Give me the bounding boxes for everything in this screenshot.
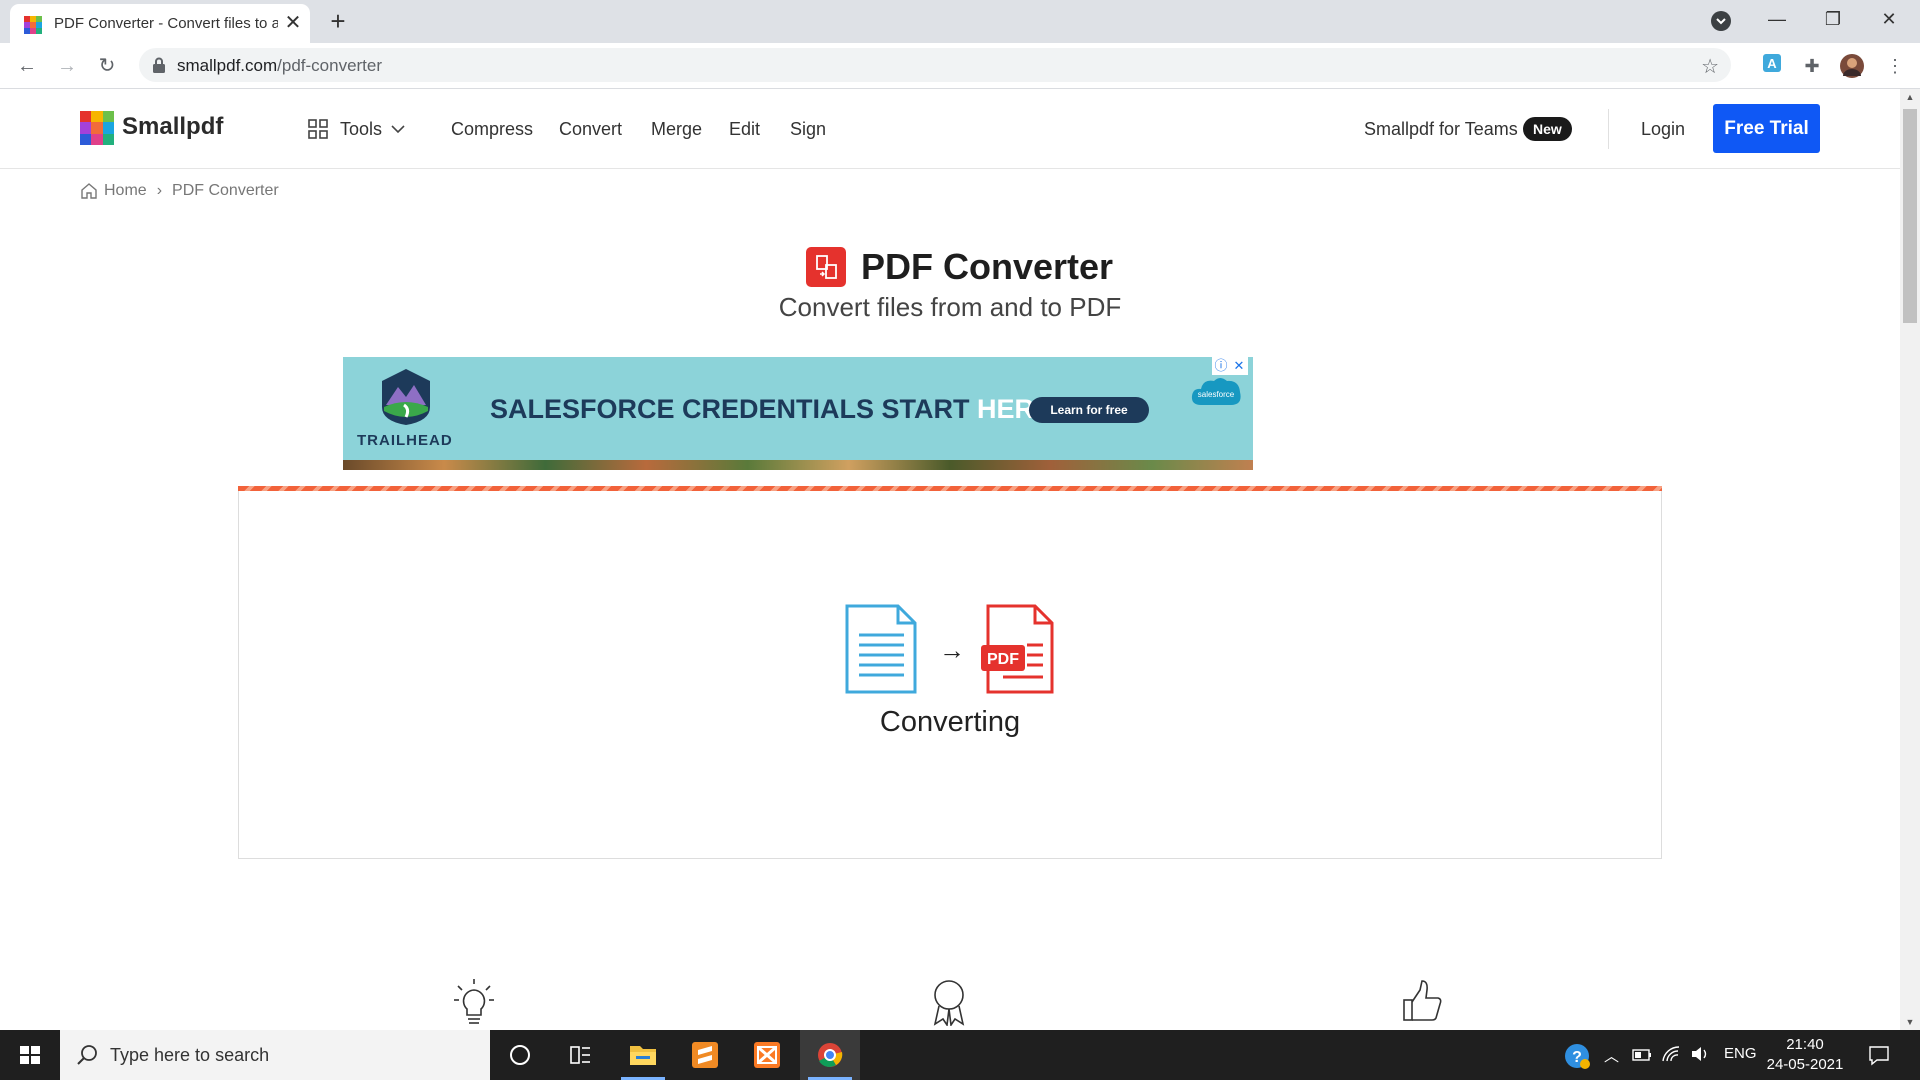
language-indicator[interactable]: ENG	[1724, 1045, 1757, 1062]
chevron-down-icon	[391, 125, 405, 134]
browser-tab-strip: PDF Converter - Convert files to a ✕ + —…	[0, 0, 1920, 43]
breadcrumb: Home › PDF Converter	[80, 182, 279, 200]
clock-time: 21:40	[1786, 1036, 1824, 1053]
free-trial-button[interactable]: Free Trial	[1713, 104, 1820, 153]
salesforce-cloud-icon: salesforce	[1191, 378, 1241, 405]
scroll-up-arrow-icon[interactable]: ▲	[1900, 89, 1920, 105]
wifi-icon[interactable]	[1661, 1045, 1681, 1063]
ad-info-icon[interactable]: ⓘ	[1212, 357, 1230, 375]
task-view-icon[interactable]	[550, 1030, 610, 1080]
nav-edit[interactable]: Edit	[729, 119, 760, 140]
thumbs-up-icon	[1403, 980, 1442, 1021]
nav-compress[interactable]: Compress	[451, 119, 533, 140]
breadcrumb-separator: ›	[156, 182, 163, 199]
close-window-button[interactable]: ✕	[1861, 0, 1917, 40]
arrow-right-icon: →	[939, 635, 965, 665]
extensions-puzzle-icon[interactable]: ✚	[1799, 53, 1825, 79]
home-icon	[81, 183, 97, 199]
file-explorer-icon[interactable]	[613, 1030, 673, 1080]
login-link[interactable]: Login	[1641, 119, 1685, 140]
site-header: Smallpdf Tools Compress Convert Merge Ed…	[0, 89, 1900, 169]
minimize-button[interactable]: —	[1749, 0, 1805, 40]
extension-translate-icon[interactable]: A	[1759, 53, 1785, 79]
smallpdf-favicon-icon	[24, 16, 42, 34]
page-title: PDF Converter	[861, 246, 1114, 287]
sublime-text-icon[interactable]	[675, 1030, 735, 1080]
clock-date: 24-05-2021	[1766, 1056, 1844, 1073]
taskbar-search-box[interactable]: Type here to search	[60, 1030, 490, 1080]
tab-search-icon[interactable]	[1711, 11, 1731, 31]
breadcrumb-home[interactable]: Home	[104, 182, 147, 200]
help-icon[interactable]: ?	[1563, 1042, 1591, 1070]
nav-convert[interactable]: Convert	[559, 119, 622, 140]
url-text: smallpdf.com/pdf-converter	[177, 56, 383, 75]
xampp-icon[interactable]	[737, 1030, 797, 1080]
address-bar[interactable]: smallpdf.com/pdf-converter ☆	[139, 48, 1731, 82]
pdf-converter-tool-icon	[806, 247, 846, 287]
lightbulb-icon	[454, 979, 494, 1024]
ad-brand: TRAILHEAD	[357, 432, 453, 449]
grid-icon	[308, 119, 328, 139]
ad-banner[interactable]: TRAILHEAD SALESFORCE CREDENTIALS START H…	[343, 357, 1253, 470]
system-clock[interactable]: 21:40 24-05-2021	[1765, 1035, 1845, 1075]
pdf-file-icon: PDF	[981, 604, 1054, 694]
page-subtitle: Convert files from and to PDF	[778, 292, 1122, 322]
nav-merge[interactable]: Merge	[651, 119, 702, 140]
new-tab-button[interactable]: +	[323, 6, 353, 36]
scroll-thumb[interactable]	[1903, 109, 1917, 323]
smallpdf-logo-icon[interactable]	[80, 111, 114, 145]
tab-title: PDF Converter - Convert files to a	[54, 15, 278, 32]
browser-toolbar: ← → ↻ smallpdf.com/pdf-converter ☆ A ✚ ⋮	[0, 43, 1920, 89]
back-arrow-icon[interactable]: ←	[12, 51, 42, 81]
page-scrollbar[interactable]: ▲ ▼	[1900, 89, 1920, 1030]
tab-close-icon[interactable]: ✕	[282, 12, 304, 34]
chrome-taskbar-icon[interactable]	[800, 1030, 860, 1080]
document-icon	[845, 604, 917, 694]
notifications-icon[interactable]	[1868, 1044, 1890, 1066]
bookmark-star-icon[interactable]: ☆	[1701, 54, 1719, 79]
brand-name[interactable]: Smallpdf	[122, 113, 223, 141]
new-badge: New	[1523, 117, 1572, 141]
trailhead-logo-icon	[382, 369, 430, 425]
reload-icon[interactable]: ↻	[92, 51, 122, 81]
volume-icon[interactable]	[1690, 1045, 1710, 1063]
search-icon	[77, 1045, 97, 1065]
profile-avatar[interactable]	[1839, 53, 1865, 79]
browser-tab-active[interactable]: PDF Converter - Convert files to a ✕	[10, 4, 310, 43]
ad-learn-button[interactable]: Learn for free	[1029, 397, 1149, 423]
tray-chevron-up-icon[interactable]: ︿	[1604, 1045, 1619, 1066]
restore-button[interactable]: ❐	[1805, 0, 1861, 40]
breadcrumb-current: PDF Converter	[172, 182, 279, 199]
ad-image-strip	[343, 460, 1253, 470]
windows-start-icon[interactable]	[0, 1030, 60, 1080]
scroll-down-arrow-icon[interactable]: ▼	[1900, 1014, 1920, 1030]
ad-close-icon[interactable]: ✕	[1230, 357, 1248, 375]
svg-text:PDF: PDF	[987, 651, 1019, 668]
progress-stripe	[238, 486, 1662, 491]
taskbar-search-placeholder: Type here to search	[110, 1045, 270, 1065]
award-ribbon-icon	[933, 980, 965, 1026]
tools-menu[interactable]: Tools	[308, 117, 406, 141]
teams-link[interactable]: Smallpdf for Teams	[1364, 119, 1518, 140]
ad-choices: ⓘ ✕	[1212, 357, 1248, 375]
windows-taskbar: Type here to search ? ︿ ENG 21:40 24-05-…	[0, 1030, 1920, 1080]
header-divider	[1608, 109, 1609, 149]
lock-icon	[153, 57, 165, 73]
svg-text:A: A	[1767, 56, 1777, 71]
ad-headline: SALESFORCE CREDENTIALS START HERE.	[490, 394, 1060, 424]
cortana-icon[interactable]	[490, 1030, 550, 1080]
nav-sign[interactable]: Sign	[790, 119, 826, 140]
battery-icon[interactable]	[1632, 1048, 1652, 1062]
tools-label: Tools	[340, 118, 383, 139]
browser-menu-icon[interactable]: ⋮	[1882, 53, 1908, 79]
conversion-panel: → PDF Converting	[238, 486, 1662, 859]
conversion-status: Converting	[879, 706, 1021, 738]
svg-text:salesforce: salesforce	[1198, 390, 1235, 399]
forward-arrow-icon[interactable]: →	[52, 51, 82, 81]
